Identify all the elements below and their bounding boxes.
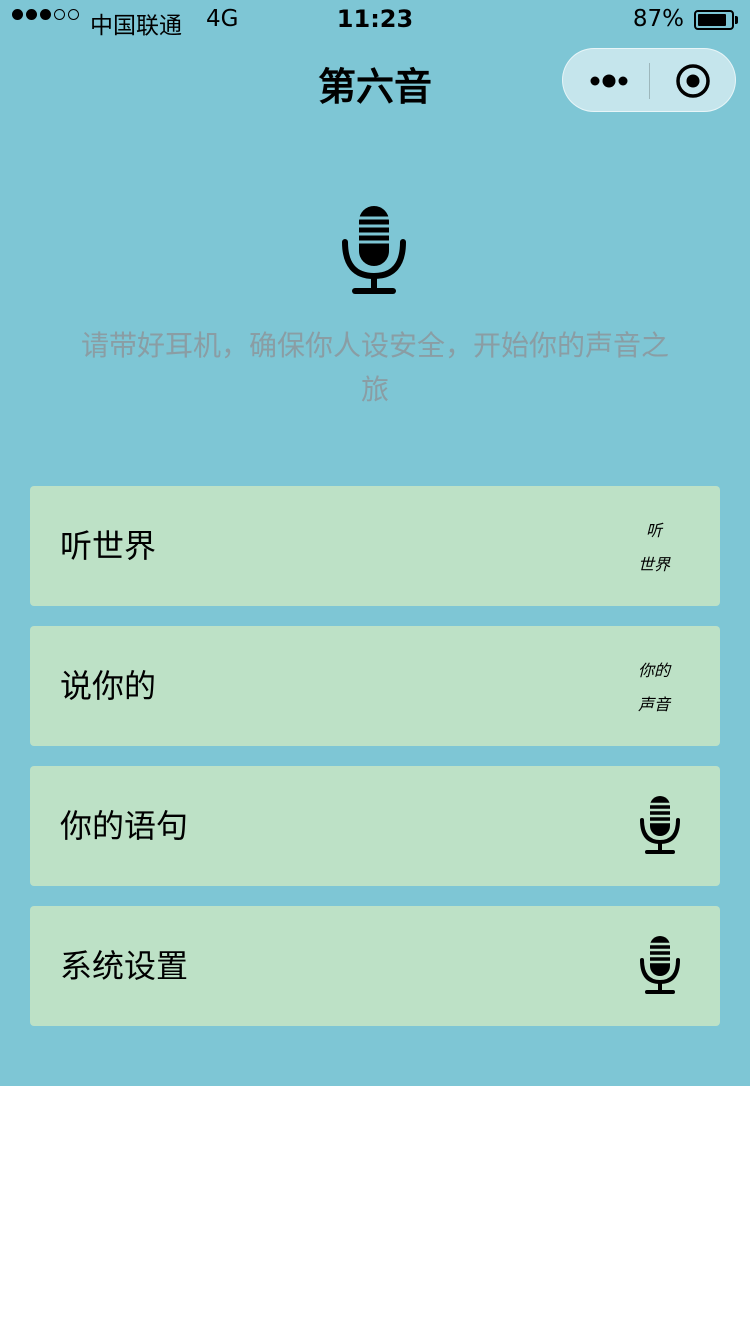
microphone-icon xyxy=(640,936,680,994)
status-bar: 中国联通 4G 11:23 87% xyxy=(0,0,750,40)
menu-item-label: 听世界 xyxy=(60,527,157,565)
menu-item-system-settings[interactable]: 系统设置 xyxy=(30,906,720,1026)
more-icon[interactable] xyxy=(589,71,629,91)
capsule-divider xyxy=(649,63,650,99)
calligraphy-line: 你的 xyxy=(637,661,670,680)
battery-icon xyxy=(694,10,738,30)
listen-world-calligraphy: 听 世界 xyxy=(624,514,684,582)
headphone-hint-text: 请带好耳机，确保你人设安全，开始你的声音之旅 xyxy=(80,329,669,406)
calligraphy-line: 世界 xyxy=(637,555,670,574)
microphone-icon xyxy=(342,206,406,294)
mini-program-capsule xyxy=(562,48,736,112)
microphone-icon xyxy=(640,796,680,854)
close-target-icon[interactable] xyxy=(675,63,711,99)
menu-item-label: 你的语句 xyxy=(60,807,189,845)
menu-item-speak-yours[interactable]: 说你的 你的 声音 xyxy=(30,626,720,746)
calligraphy-line: 声音 xyxy=(637,695,670,714)
menu-item-listen-world[interactable]: 听世界 听 世界 xyxy=(30,486,720,606)
menu-item-label: 说你的 xyxy=(60,667,157,705)
your-voice-calligraphy: 你的 声音 xyxy=(624,654,684,722)
menu-item-label: 系统设置 xyxy=(60,947,189,985)
battery-percentage: 87% xyxy=(632,6,684,32)
menu-item-your-sentences[interactable]: 你的语句 xyxy=(30,766,720,886)
calligraphy-line: 听 xyxy=(645,521,662,540)
